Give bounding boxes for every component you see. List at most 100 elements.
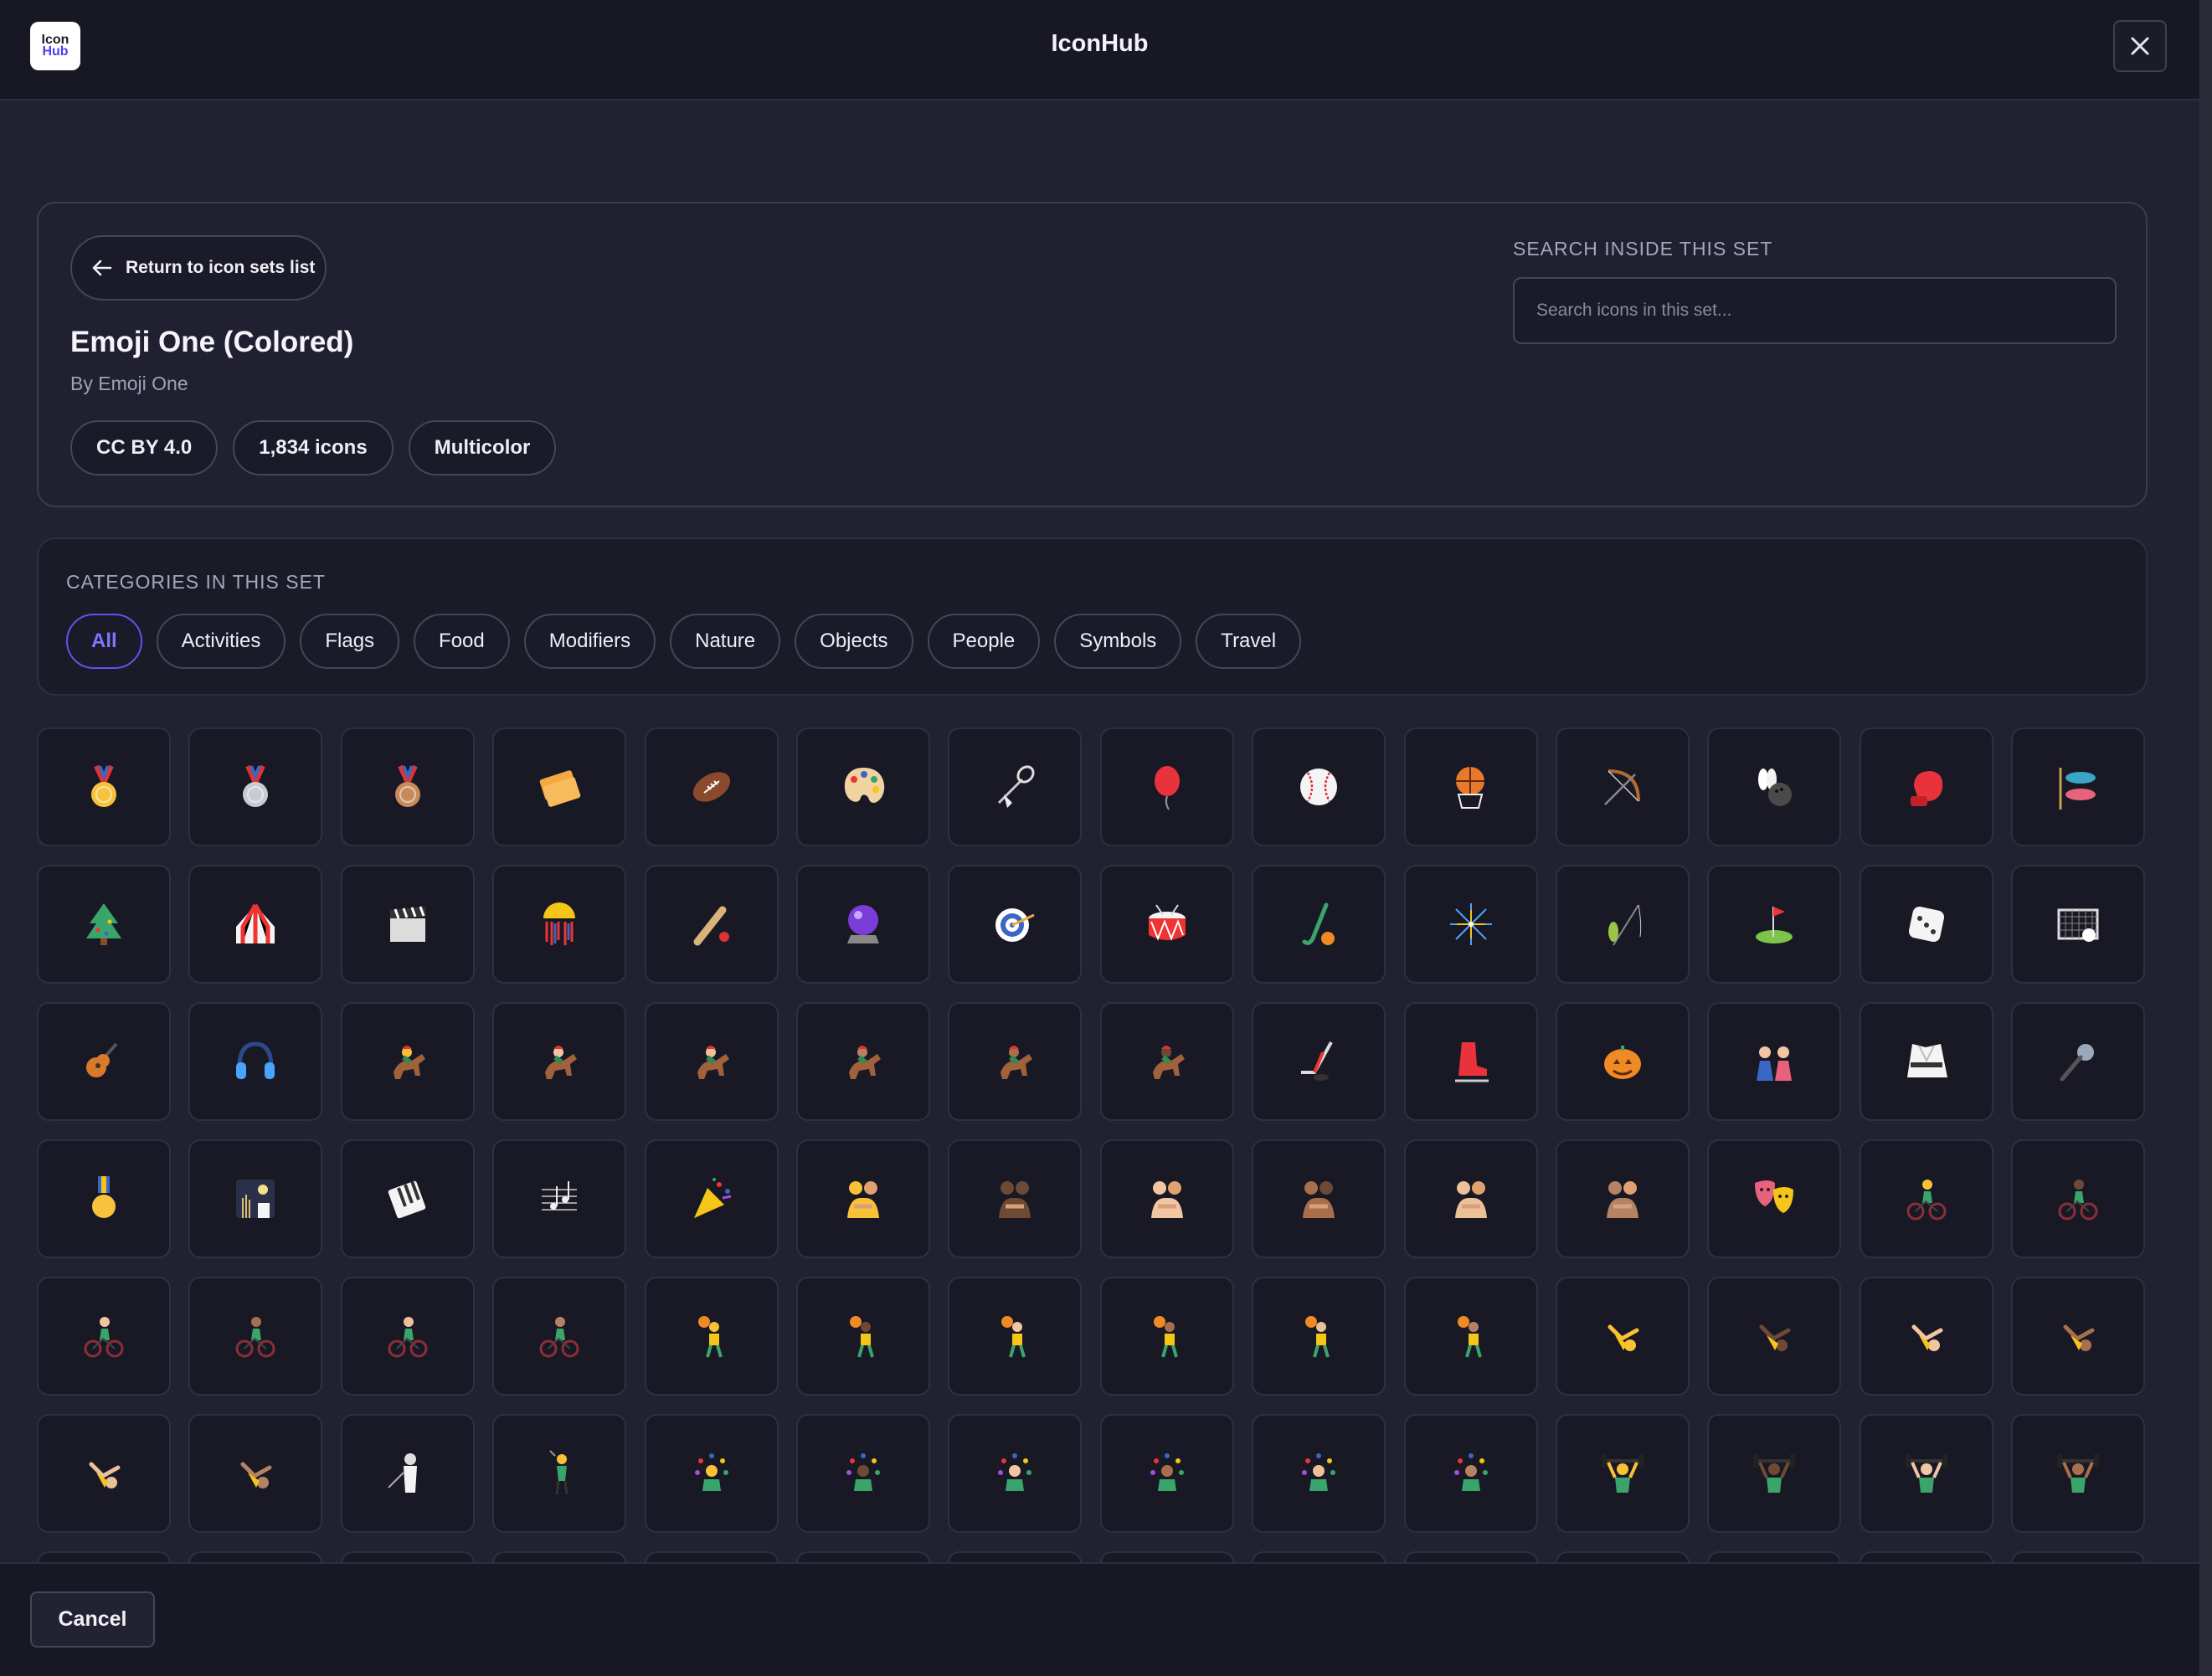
cancel-button[interactable]: Cancel xyxy=(30,1591,155,1648)
icon-tile[interactable] xyxy=(188,727,323,846)
category-chip-nature[interactable]: Nature xyxy=(670,614,781,669)
christmas-tree-icon xyxy=(86,903,121,945)
icon-tile[interactable] xyxy=(1859,1139,1993,1258)
category-chip-symbols[interactable]: Symbols xyxy=(1054,614,1182,669)
icon-tile[interactable] xyxy=(1555,1139,1690,1258)
icon-tile[interactable] xyxy=(1555,1277,1690,1396)
icon-tile[interactable] xyxy=(644,865,779,984)
icon-tile[interactable] xyxy=(492,1414,627,1533)
icon-tile[interactable] xyxy=(37,1002,171,1121)
icon-tile[interactable] xyxy=(188,1277,323,1396)
close-button[interactable] xyxy=(2113,20,2167,72)
icon-tile[interactable] xyxy=(37,727,171,846)
icon-tile[interactable] xyxy=(795,1277,930,1396)
icon-tile[interactable] xyxy=(492,727,627,846)
icon-tile[interactable] xyxy=(2011,1002,2146,1121)
icon-tile[interactable] xyxy=(340,1139,475,1258)
icon-tile[interactable] xyxy=(1099,1002,1234,1121)
icon-tile[interactable] xyxy=(1099,1277,1234,1396)
icon-tile[interactable] xyxy=(492,865,627,984)
icon-tile[interactable] xyxy=(644,1414,779,1533)
icon-tile[interactable] xyxy=(1707,1002,1842,1121)
icon-tile[interactable] xyxy=(1859,1414,1993,1533)
category-chip-activities[interactable]: Activities xyxy=(156,614,286,669)
icon-tile[interactable] xyxy=(1252,1277,1386,1396)
icon-tile[interactable] xyxy=(188,1139,323,1258)
category-chip-flags[interactable]: Flags xyxy=(300,614,400,669)
icon-tile[interactable] xyxy=(1252,1139,1386,1258)
icon-tile[interactable] xyxy=(492,1002,627,1121)
icon-tile[interactable] xyxy=(1859,727,1993,846)
icon-tile[interactable] xyxy=(644,727,779,846)
icon-tile[interactable] xyxy=(1403,1002,1538,1121)
page-scrollbar[interactable] xyxy=(2199,0,2212,1676)
icon-tile[interactable] xyxy=(948,865,1083,984)
icon-tile[interactable] xyxy=(1555,1002,1690,1121)
category-chip-people[interactable]: People xyxy=(927,614,1041,669)
icon-tile[interactable] xyxy=(37,1414,171,1533)
icon-tile[interactable] xyxy=(1252,1002,1386,1121)
icon-tile[interactable] xyxy=(1403,865,1538,984)
category-chip-all[interactable]: All xyxy=(66,614,142,669)
icon-tile[interactable] xyxy=(1099,1414,1234,1533)
icon-tile[interactable] xyxy=(795,1002,930,1121)
icon-tile[interactable] xyxy=(2011,865,2146,984)
icon-tile[interactable] xyxy=(2011,727,2146,846)
icon-tile[interactable] xyxy=(795,727,930,846)
icon-tile[interactable] xyxy=(1555,865,1690,984)
icon-tile[interactable] xyxy=(1403,1139,1538,1258)
icon-tile[interactable] xyxy=(188,1414,323,1533)
category-chip-modifiers[interactable]: Modifiers xyxy=(523,614,656,669)
icon-tile[interactable] xyxy=(1252,727,1386,846)
icon-tile[interactable] xyxy=(644,1277,779,1396)
icon-tile[interactable] xyxy=(1099,865,1234,984)
icon-tile[interactable] xyxy=(1859,865,1993,984)
return-to-sets-button[interactable]: Return to icon sets list xyxy=(70,235,327,301)
category-chip-food[interactable]: Food xyxy=(414,614,510,669)
icon-tile[interactable] xyxy=(188,1002,323,1121)
icon-tile[interactable] xyxy=(795,865,930,984)
icon-tile[interactable] xyxy=(1707,1277,1842,1396)
icon-tile[interactable] xyxy=(37,1139,171,1258)
icon-tile[interactable] xyxy=(795,1414,930,1533)
icon-tile[interactable] xyxy=(948,1002,1083,1121)
icon-tile[interactable] xyxy=(37,1277,171,1396)
category-chip-travel[interactable]: Travel xyxy=(1196,614,1302,669)
icon-tile[interactable] xyxy=(1859,1002,1993,1121)
icon-tile[interactable] xyxy=(492,1139,627,1258)
icon-tile[interactable] xyxy=(948,1414,1083,1533)
icon-tile[interactable] xyxy=(2011,1277,2146,1396)
icon-tile[interactable] xyxy=(1707,1139,1842,1258)
icon-tile[interactable] xyxy=(340,865,475,984)
icon-tile[interactable] xyxy=(340,1277,475,1396)
icon-tile[interactable] xyxy=(1555,727,1690,846)
icon-tile[interactable] xyxy=(644,1002,779,1121)
icon-tile[interactable] xyxy=(1555,1414,1690,1533)
icon-tile[interactable] xyxy=(795,1139,930,1258)
icon-tile[interactable] xyxy=(2011,1139,2146,1258)
icon-tile[interactable] xyxy=(1403,727,1538,846)
icon-tile[interactable] xyxy=(948,1277,1083,1396)
icon-tile[interactable] xyxy=(1403,1277,1538,1396)
category-chip-objects[interactable]: Objects xyxy=(795,614,913,669)
icon-tile[interactable] xyxy=(1252,1414,1386,1533)
icon-tile[interactable] xyxy=(644,1139,779,1258)
icon-tile[interactable] xyxy=(340,727,475,846)
icon-tile[interactable] xyxy=(1099,1139,1234,1258)
icon-tile[interactable] xyxy=(1099,727,1234,846)
icon-tile[interactable] xyxy=(948,1139,1083,1258)
icon-tile[interactable] xyxy=(188,865,323,984)
search-input[interactable] xyxy=(1513,277,2117,344)
icon-tile[interactable] xyxy=(340,1002,475,1121)
icon-tile[interactable] xyxy=(2011,1414,2146,1533)
icon-tile[interactable] xyxy=(1707,1414,1842,1533)
icon-tile[interactable] xyxy=(1859,1277,1993,1396)
icon-tile[interactable] xyxy=(37,865,171,984)
icon-tile[interactable] xyxy=(1252,865,1386,984)
icon-tile[interactable] xyxy=(948,727,1083,846)
icon-tile[interactable] xyxy=(492,1277,627,1396)
icon-tile[interactable] xyxy=(1707,865,1842,984)
icon-tile[interactable] xyxy=(340,1414,475,1533)
icon-tile[interactable] xyxy=(1707,727,1842,846)
icon-tile[interactable] xyxy=(1403,1414,1538,1533)
